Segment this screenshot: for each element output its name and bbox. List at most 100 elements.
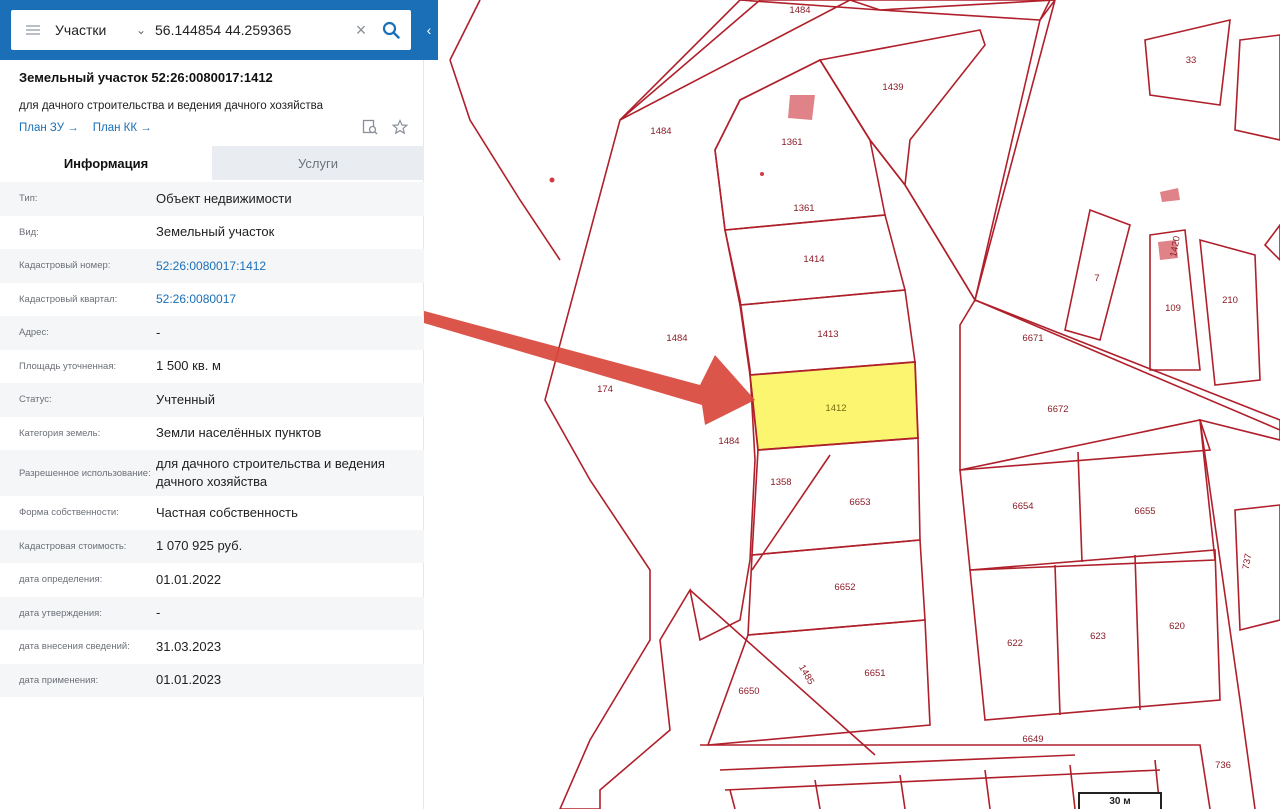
map-scale-bar: 30 м [1078, 792, 1162, 809]
parcel-label: 1361 [781, 137, 802, 148]
parcel-label-1484-lower: 1484 [718, 436, 739, 447]
cadastral-number-link[interactable]: 52:26:0080017:1412 [156, 257, 414, 275]
parcel-label: 1485 [796, 663, 816, 687]
row-key: Форма собственности: [19, 507, 119, 519]
parcel-label: 6649 [1022, 734, 1043, 745]
row-value: 01.01.2022 [156, 571, 222, 587]
parcel-label: 174 [597, 384, 613, 395]
parcel-label: 1439 [882, 82, 903, 93]
parcel-label: 1484 [666, 333, 687, 344]
parcel-label: 6655 [1134, 506, 1155, 517]
row-key: дата внесения сведений: [19, 641, 130, 653]
parcel-label: 1358 [770, 477, 791, 488]
parcel-label: 1361 [793, 203, 814, 214]
row-key: дата утверждения: [19, 607, 102, 619]
parcel-label: 6653 [849, 497, 870, 508]
row-value: Земельный участок [156, 224, 275, 240]
search-type-select[interactable]: Участки [55, 22, 133, 38]
row-value: Учтенный [156, 391, 216, 407]
tab-information[interactable]: Информация [0, 146, 212, 180]
parcel-label: 1413 [817, 329, 838, 340]
find-on-map-icon[interactable] [362, 119, 378, 135]
parcel-tools [362, 119, 408, 135]
plan-links: План ЗУ → План КК → [19, 122, 152, 134]
row-key: Кадастровый номер: [19, 260, 111, 272]
row-value: Частная собственность [156, 504, 298, 520]
table-row: Кадастровая стоимость: 1 070 925 руб. [0, 529, 424, 563]
table-row: Тип: Объект недвижимости [0, 182, 424, 216]
parcel-label: 736 [1215, 760, 1231, 771]
parcel-label: 109 [1165, 303, 1181, 314]
table-row: Статус: Учтенный [0, 383, 424, 417]
menu-icon[interactable] [11, 10, 55, 50]
clear-icon[interactable]: × [351, 20, 371, 41]
table-row: Кадастровый номер: 52:26:0080017:1412 [0, 249, 424, 283]
parcel-label: 210 [1222, 295, 1238, 306]
table-row: дата внесения сведений: 31.03.2023 [0, 630, 424, 664]
cadastral-quarter-link[interactable]: 52:26:0080017 [156, 290, 414, 308]
row-value: - [156, 324, 161, 340]
info-table: Тип: Объект недвижимости Вид: Земельный уч… [0, 182, 424, 697]
parcel-label: 6654 [1012, 501, 1033, 512]
row-key: Категория земель: [19, 427, 101, 439]
star-icon[interactable] [392, 119, 408, 135]
row-value: 31.03.2023 [156, 638, 222, 654]
row-key: Адрес: [19, 327, 49, 339]
table-row: Вид: Земельный участок [0, 216, 424, 250]
parcel-label: 737 [1241, 553, 1255, 571]
table-row: Адрес: - [0, 316, 424, 350]
table-row: дата определения: 01.01.2022 [0, 563, 424, 597]
table-row: дата утверждения: - [0, 596, 424, 630]
parcel-label: 6650 [738, 686, 759, 697]
search-box: Участки ⌄ 56.144854 44.259365 × [11, 10, 411, 50]
parcel-label: 6651 [864, 668, 885, 679]
row-key: Вид: [19, 226, 39, 238]
row-key: Статус: [19, 394, 52, 406]
parcel-label: 6652 [834, 582, 855, 593]
parcel-title: Земельный участок 52:26:0080017:1412 [19, 70, 273, 85]
parcel-label: 1420 [1168, 235, 1183, 258]
parcel-label-selected: 1412 [825, 403, 846, 414]
table-row: Кадастровый квартал: 52:26:0080017 [0, 283, 424, 317]
parcel-label: 623 [1090, 631, 1106, 642]
plan-zu-link[interactable]: План ЗУ → [19, 122, 79, 134]
collapse-panel-icon[interactable]: ‹ [420, 10, 438, 50]
table-row: Площадь уточненная: 1 500 кв. м [0, 350, 424, 384]
search-icon[interactable] [371, 10, 411, 50]
info-sidebar: Участки ⌄ 56.144854 44.259365 × ‹ Земель… [0, 0, 438, 809]
info-tabs: Информация Услуги [0, 146, 424, 180]
parcel-subtitle: для дачного строительства и ведения дачн… [19, 100, 324, 112]
parcel-label: 33 [1186, 55, 1197, 66]
search-input[interactable]: 56.144854 44.259365 [155, 22, 351, 38]
parcel-label: 6672 [1047, 404, 1068, 415]
row-value: 1 500 кв. м [156, 358, 221, 374]
row-value: Земли населённых пунктов [156, 425, 322, 441]
row-key: Площадь уточненная: [19, 360, 117, 372]
row-value: Объект недвижимости [156, 190, 292, 206]
scale-label: 30 м [1109, 796, 1131, 807]
row-value: - [156, 605, 161, 621]
parcel-label: 620 [1169, 621, 1185, 632]
row-key: дата применения: [19, 674, 99, 686]
search-bar: Участки ⌄ 56.144854 44.259365 × ‹ [0, 0, 438, 60]
row-key: дата определения: [19, 574, 103, 586]
parcel-label: 1414 [803, 254, 824, 265]
row-value: 01.01.2023 [156, 672, 222, 688]
chevron-down-icon[interactable]: ⌄ [133, 10, 149, 50]
table-row: Форма собственности: Частная собственност… [0, 496, 424, 530]
parcel-label: 1484 [650, 126, 671, 137]
table-row: Категория земель: Земли населённых пункто… [0, 417, 424, 451]
table-row: Разрешенное использование: для дачного ст… [0, 450, 424, 496]
parcel-label: 1484 [789, 5, 810, 16]
row-key: Разрешенное использование: [19, 467, 151, 479]
row-value: 1 070 925 руб. [156, 538, 243, 554]
parcel-label: 6671 [1022, 333, 1043, 344]
tab-services[interactable]: Услуги [212, 146, 424, 180]
table-row: дата применения: 01.01.2023 [0, 663, 424, 697]
parcel-label: 622 [1007, 638, 1023, 649]
parcel-boundaries [449, 0, 1280, 809]
plan-kk-link[interactable]: План КК → [93, 122, 152, 134]
row-key: Кадастровая стоимость: [19, 540, 127, 552]
row-key: Кадастровый квартал: [19, 293, 118, 305]
row-key: Тип: [19, 193, 38, 205]
